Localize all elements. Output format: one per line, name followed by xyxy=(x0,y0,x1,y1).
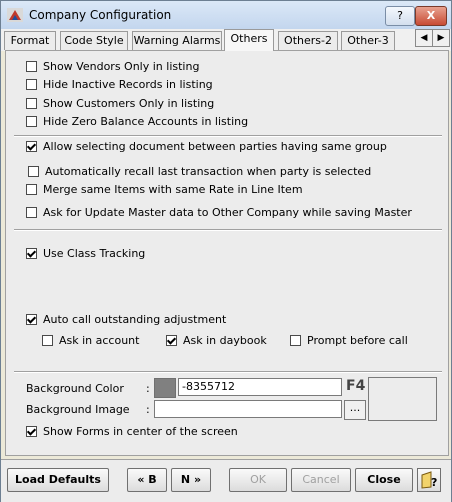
show-forms-center-label: Show Forms in center of the screen xyxy=(43,425,238,438)
tab-other-3[interactable]: Other-3 xyxy=(341,31,395,50)
tab-code-style[interactable]: Code Style xyxy=(60,31,128,50)
option-auto-call-outstanding[interactable]: Auto call outstanding adjustment xyxy=(26,313,226,326)
show-vendors-label: Show Vendors Only in listing xyxy=(43,60,200,73)
browse-image-button[interactable]: ... xyxy=(344,400,366,420)
prompt-before-call-checkbox[interactable] xyxy=(290,335,301,346)
background-color-input[interactable]: -8355712 xyxy=(178,378,342,396)
option-merge-items[interactable]: Merge same Items with same Rate in Line … xyxy=(26,183,303,196)
background-image-input[interactable] xyxy=(154,400,342,418)
prompt-before-call-label: Prompt before call xyxy=(307,334,408,347)
option-show-vendors[interactable]: Show Vendors Only in listing xyxy=(26,60,199,73)
tab-scroll-right-icon[interactable]: ▶ xyxy=(432,29,450,47)
tab-warning-alarms[interactable]: Warning Alarms xyxy=(132,31,222,50)
option-auto-recall[interactable]: Automatically recall last transaction wh… xyxy=(28,165,371,178)
hide-zero-balance-checkbox[interactable] xyxy=(26,116,37,127)
background-preview xyxy=(368,377,437,421)
tab-format[interactable]: Format xyxy=(4,31,56,50)
merge-items-label: Merge same Items with same Rate in Line … xyxy=(43,183,303,196)
ask-in-daybook-checkbox[interactable] xyxy=(166,335,177,346)
cancel-button[interactable]: Cancel xyxy=(291,468,351,492)
svg-text:?: ? xyxy=(431,476,437,489)
others-tab-panel: Show Vendors Only in listing Hide Inacti… xyxy=(5,50,449,456)
class-tracking-checkbox[interactable] xyxy=(26,248,37,259)
hide-zero-balance-label: Hide Zero Balance Accounts in listing xyxy=(43,115,249,128)
ask-update-master-checkbox[interactable] xyxy=(26,207,37,218)
ask-in-daybook-label: Ask in daybook xyxy=(183,334,267,347)
option-class-tracking[interactable]: Use Class Tracking xyxy=(26,247,145,260)
background-image-colon: : xyxy=(146,403,150,416)
load-defaults-button[interactable]: Load Defaults xyxy=(7,468,109,492)
ask-in-account-label: Ask in account xyxy=(59,334,140,347)
merge-items-checkbox[interactable] xyxy=(26,184,37,195)
option-allow-same-group[interactable]: Allow selecting document between parties… xyxy=(26,140,387,153)
show-vendors-checkbox[interactable] xyxy=(26,61,37,72)
title-close-button[interactable]: X xyxy=(415,6,447,26)
separator xyxy=(14,135,442,137)
option-hide-inactive[interactable]: Hide Inactive Records in listing xyxy=(26,78,213,91)
tab-strip: Format Code Style Warning Alarms Others … xyxy=(1,29,451,51)
show-customers-checkbox[interactable] xyxy=(26,98,37,109)
option-show-forms-center[interactable]: Show Forms in center of the screen xyxy=(26,425,238,438)
close-button[interactable]: Close xyxy=(355,468,413,492)
hide-inactive-label: Hide Inactive Records in listing xyxy=(43,78,213,91)
ask-in-account-checkbox[interactable] xyxy=(42,335,53,346)
background-color-swatch[interactable] xyxy=(154,378,176,398)
option-ask-in-account[interactable]: Ask in account xyxy=(42,334,139,347)
separator xyxy=(14,229,442,231)
option-ask-in-daybook[interactable]: Ask in daybook xyxy=(166,334,267,347)
allow-same-group-label: Allow selecting document between parties… xyxy=(43,140,387,153)
tab-others-2[interactable]: Others-2 xyxy=(278,31,338,50)
title-bar[interactable]: Company Configuration ? X xyxy=(1,1,451,30)
background-color-label: Background Color xyxy=(26,382,124,395)
title-help-button[interactable]: ? xyxy=(385,6,415,26)
option-hide-zero-balance[interactable]: Hide Zero Balance Accounts in listing xyxy=(26,115,248,128)
show-forms-center-checkbox[interactable] xyxy=(26,426,37,437)
back-button[interactable]: « B xyxy=(127,468,167,492)
auto-call-outstanding-checkbox[interactable] xyxy=(26,314,37,325)
auto-call-outstanding-label: Auto call outstanding adjustment xyxy=(43,313,227,326)
app-icon xyxy=(7,8,23,22)
tab-scroll-left-icon[interactable]: ◀ xyxy=(415,29,433,47)
ok-button[interactable]: OK xyxy=(229,468,287,492)
help-icon[interactable]: ? xyxy=(417,468,441,492)
separator xyxy=(14,371,442,373)
hide-inactive-checkbox[interactable] xyxy=(26,79,37,90)
class-tracking-label: Use Class Tracking xyxy=(43,247,146,260)
f4-key-icon[interactable]: F4 xyxy=(346,378,365,394)
background-image-label: Background Image xyxy=(26,403,130,416)
show-customers-label: Show Customers Only in listing xyxy=(43,97,215,110)
option-ask-update-master[interactable]: Ask for Update Master data to Other Comp… xyxy=(26,206,412,219)
auto-recall-label: Automatically recall last transaction wh… xyxy=(45,165,372,178)
button-bar: Load Defaults « B N » OK Cancel Close ? xyxy=(1,459,451,502)
auto-recall-checkbox[interactable] xyxy=(28,166,39,177)
tab-others[interactable]: Others xyxy=(224,29,274,51)
background-color-colon: : xyxy=(146,382,150,395)
ask-update-master-label: Ask for Update Master data to Other Comp… xyxy=(43,206,412,219)
next-button[interactable]: N » xyxy=(171,468,211,492)
company-configuration-window: Company Configuration ? X Format Code St… xyxy=(0,0,452,502)
allow-same-group-checkbox[interactable] xyxy=(26,141,37,152)
window-title: Company Configuration xyxy=(29,8,172,22)
option-show-customers[interactable]: Show Customers Only in listing xyxy=(26,97,214,110)
option-prompt-before-call[interactable]: Prompt before call xyxy=(290,334,408,347)
